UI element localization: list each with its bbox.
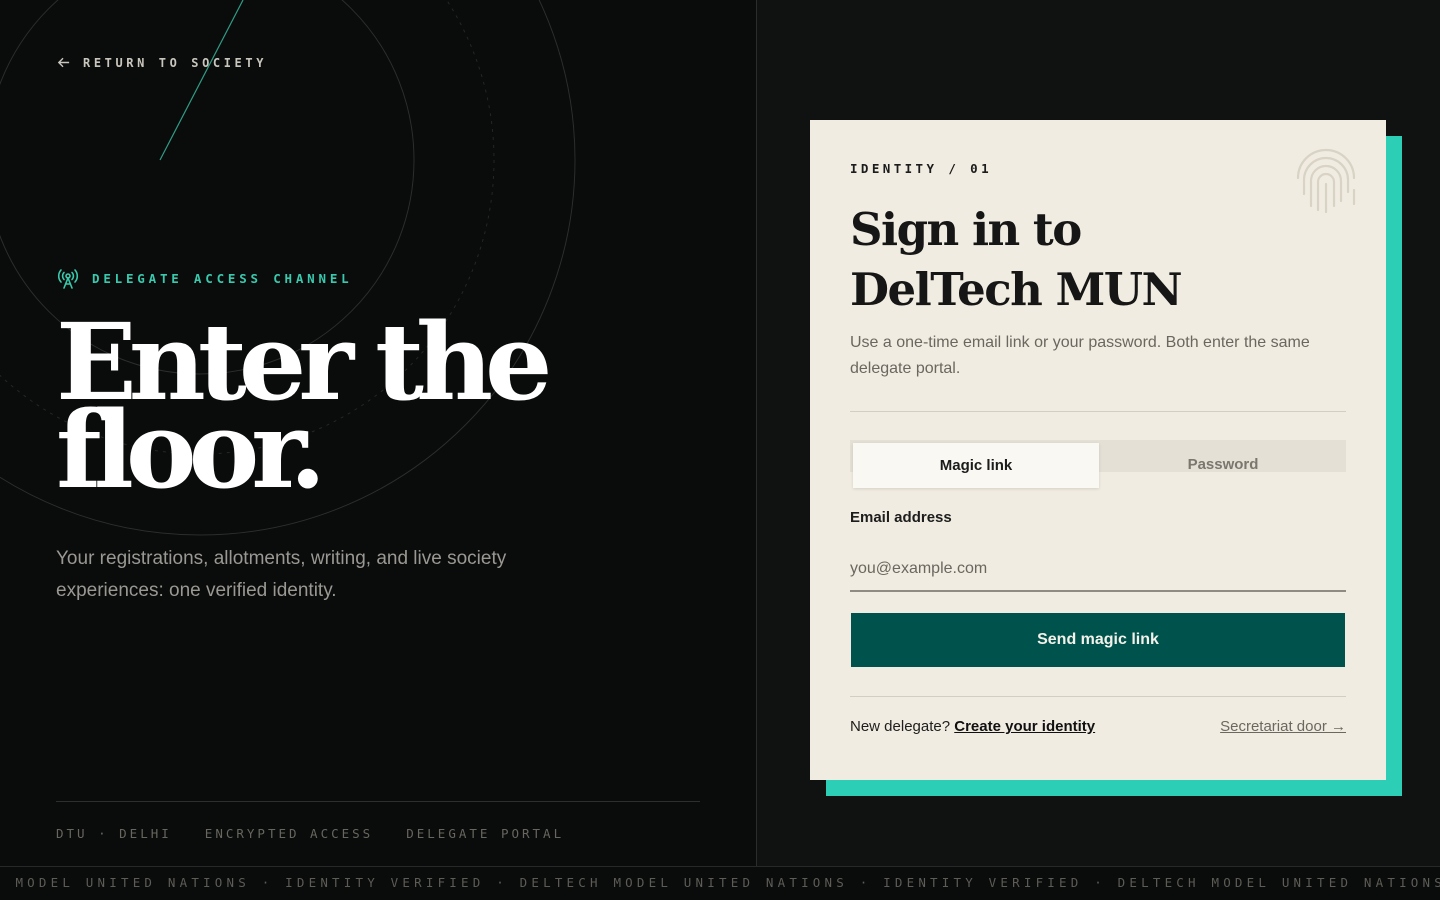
- card-divider-top: [850, 411, 1346, 412]
- eyebrow-label: DELEGATE ACCESS CHANNEL: [92, 270, 353, 286]
- broadcast-tower-icon: [57, 269, 79, 289]
- tab-magic-link[interactable]: Magic link: [853, 443, 1099, 488]
- arrow-left-icon: [57, 57, 70, 68]
- card-divider-bottom: [850, 696, 1346, 697]
- secretariat-door-link[interactable]: Secretariat door →: [1220, 718, 1346, 735]
- hero-headline: Enter the floor.: [56, 309, 656, 503]
- fingerprint-icon: [1296, 148, 1356, 214]
- footer-divider: [56, 801, 700, 802]
- footer-tag: ENCRYPTED ACCESS: [204, 826, 374, 841]
- card-title-line-1: Sign in to: [850, 203, 1082, 256]
- card-title-line-2: DelTech MUN: [850, 263, 1183, 316]
- email-label: Email address: [850, 509, 952, 526]
- create-identity-link[interactable]: Create your identity: [954, 718, 1095, 735]
- return-link-label: RETURN TO SOCIETY: [83, 55, 268, 70]
- email-field[interactable]: [850, 548, 1346, 592]
- bottom-ticker: H MODEL UNITED NATIONS · IDENTITY VERIFI…: [0, 866, 1440, 900]
- footer-tag: DELEGATE PORTAL: [406, 826, 565, 841]
- footer-tag: DTU · DELHI: [56, 826, 172, 841]
- ticker-text: H MODEL UNITED NATIONS · IDENTITY VERIFI…: [0, 875, 1440, 890]
- signup-prompt: New delegate? Create your identity: [850, 718, 1095, 735]
- delegate-access-eyebrow: DELEGATE ACCESS CHANNEL: [56, 266, 353, 290]
- card-description: Use a one-time email link or your passwo…: [850, 334, 1310, 377]
- auth-method-tabs: Magic link Password: [850, 440, 1346, 488]
- hero-subtitle: Your registrations, allotments, writing,…: [56, 548, 507, 601]
- sign-in-card: IDENTITY / 01 Sign in to DelTech MUN Use…: [810, 120, 1386, 780]
- send-magic-link-button[interactable]: Send magic link: [851, 613, 1345, 667]
- footer-tags: DTU · DELHI ENCRYPTED ACCESS DELEGATE PO…: [56, 826, 564, 841]
- signup-prompt-text: New delegate?: [850, 718, 951, 735]
- left-panel: RETURN TO SOCIETY DELEGATE ACCESS CHANNE…: [0, 0, 757, 866]
- card-title: Sign in to DelTech MUN: [850, 200, 1183, 320]
- tab-password[interactable]: Password: [1100, 440, 1346, 488]
- return-to-society-link[interactable]: RETURN TO SOCIETY: [56, 55, 267, 70]
- card-eyebrow: IDENTITY / 01: [850, 161, 993, 176]
